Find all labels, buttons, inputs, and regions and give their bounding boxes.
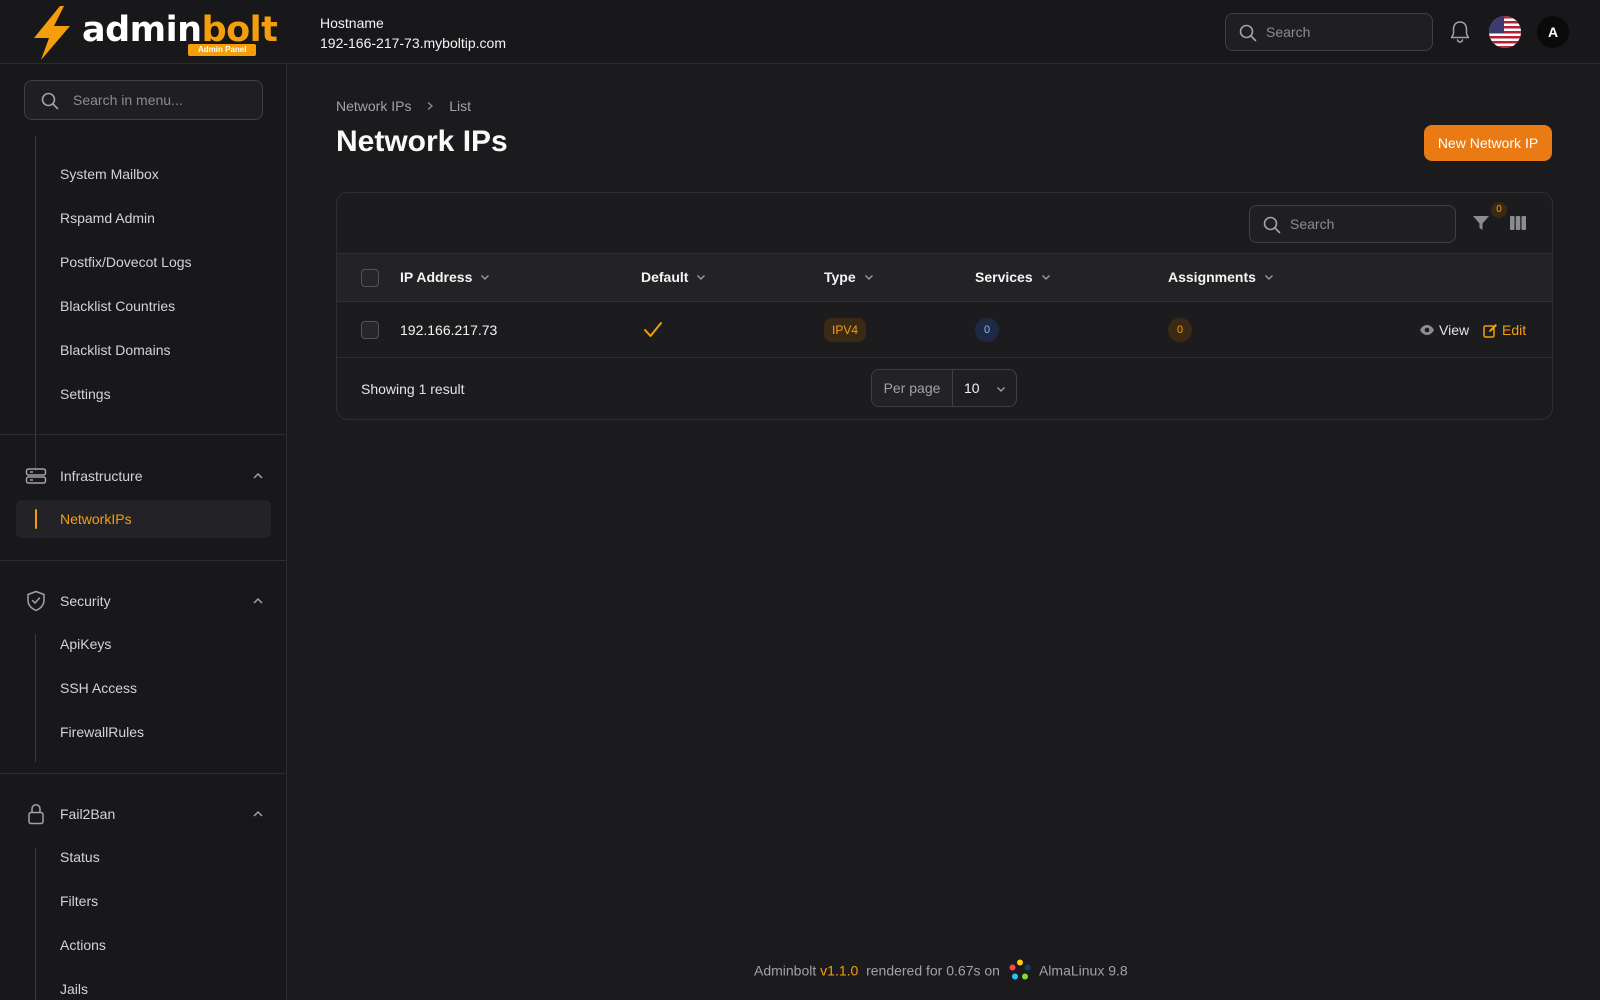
user-avatar[interactable]: A: [1537, 16, 1569, 48]
filter-count-badge: 0: [1491, 202, 1507, 218]
footer-version[interactable]: v1.1.0: [820, 963, 858, 979]
sidebar-item-system-mailbox[interactable]: System Mailbox: [16, 155, 271, 193]
lock-icon: [28, 804, 44, 825]
breadcrumb-current: List: [449, 98, 472, 114]
results-count: Showing 1 result: [361, 381, 465, 397]
sidebar-item-filters[interactable]: Filters: [16, 882, 271, 920]
edit-action[interactable]: Edit: [1483, 302, 1526, 358]
sidebar-group-label: Fail2Ban: [60, 806, 116, 822]
sidebar-group-infrastructure[interactable]: Infrastructure: [24, 460, 264, 492]
page-title: Network IPs: [336, 125, 508, 158]
sidebar-item-settings[interactable]: Settings: [16, 375, 271, 413]
chevron-up-icon: [253, 597, 263, 604]
column-header-ip-address[interactable]: IP Address: [400, 254, 490, 302]
sidebar-divider: [0, 773, 286, 774]
columns-icon[interactable]: [1508, 213, 1528, 233]
breadcrumb: Network IPs List: [336, 97, 471, 115]
sidebar-item-status[interactable]: Status: [16, 838, 271, 876]
sidebar-divider: [0, 434, 286, 435]
table-search-input[interactable]: [1290, 206, 1450, 242]
assignments-count-badge: 0: [1168, 318, 1192, 342]
chevron-down-icon: [696, 254, 706, 301]
global-search[interactable]: [1225, 13, 1433, 51]
sidebar-item-firewallrules[interactable]: FirewallRules: [16, 713, 271, 751]
sidebar-group-label: Security: [60, 593, 111, 609]
us-flag-icon[interactable]: [1489, 16, 1521, 48]
view-action[interactable]: View: [1419, 302, 1469, 358]
table-row[interactable]: 192.166.217.73 IPV4 0 0 View Edit: [337, 302, 1552, 358]
menu-search[interactable]: [24, 80, 263, 120]
table-footer: Showing 1 result Per page 10: [337, 358, 1552, 419]
sidebar-item-apikeys[interactable]: ApiKeys: [16, 625, 271, 663]
hostname-value: 192-166-217-73.myboltip.com: [320, 35, 506, 51]
hostname-label: Hostname: [320, 15, 384, 31]
sidebar-group-fail2ban[interactable]: Fail2Ban: [24, 798, 264, 830]
select-all-checkbox[interactable]: [361, 269, 379, 287]
type-badge: IPV4: [824, 318, 867, 342]
chevron-up-icon: [253, 810, 263, 817]
search-icon: [1239, 24, 1257, 42]
sidebar-group-label: Infrastructure: [60, 468, 143, 484]
cell-ip-address: 192.166.217.73: [400, 322, 498, 338]
almalinux-logo-icon: [1009, 959, 1031, 980]
edit-icon: [1483, 323, 1497, 338]
column-header-default[interactable]: Default: [641, 254, 706, 302]
network-ips-table: 0 IP Address Default Type Services Assig…: [336, 192, 1553, 420]
check-icon: [644, 322, 662, 337]
chevron-down-icon: [1264, 254, 1274, 301]
footer-render-time: rendered for 0.67s on: [866, 962, 1000, 979]
column-header-type[interactable]: Type: [824, 254, 874, 302]
row-checkbox[interactable]: [361, 321, 379, 339]
sidebar-item-postfix-dovecot-logs[interactable]: Postfix/Dovecot Logs: [16, 243, 271, 281]
server-icon: [25, 468, 47, 484]
sidebar-item-rspamd-admin[interactable]: Rspamd Admin: [16, 199, 271, 237]
sidebar-item-blacklist-domains[interactable]: Blacklist Domains: [16, 331, 271, 369]
chevron-down-icon: [1041, 254, 1051, 301]
chevron-up-icon: [253, 472, 263, 479]
sidebar-item-jails[interactable]: Jails: [16, 970, 271, 1000]
footer-app-name: Adminbolt: [754, 962, 817, 979]
chevron-right-icon: [425, 97, 435, 115]
sidebar-item-blacklist-countries[interactable]: Blacklist Countries: [16, 287, 271, 325]
per-page-label: Per page: [872, 370, 953, 406]
page-footer: Adminbolt v1.1.0 rendered for 0.67s on A…: [754, 959, 1128, 984]
footer-os: AlmaLinux 9.8: [1038, 962, 1128, 979]
bolt-logo-icon: [34, 6, 70, 60]
new-network-ip-button[interactable]: New Network IP: [1424, 125, 1552, 161]
table-search[interactable]: [1249, 205, 1456, 243]
column-header-assignments[interactable]: Assignments: [1168, 254, 1274, 302]
eye-icon: [1420, 325, 1434, 336]
filter-icon[interactable]: [1471, 213, 1491, 233]
shield-check-icon: [27, 590, 45, 612]
per-page-value: 10: [964, 380, 980, 396]
chevron-down-icon: [997, 387, 1005, 392]
breadcrumb-link[interactable]: Network IPs: [336, 98, 411, 114]
adminbolt-logo[interactable]: adminbolt Admin Panel: [30, 6, 278, 60]
sidebar-item-ssh-access[interactable]: SSH Access: [16, 669, 271, 707]
chevron-down-icon: [864, 254, 874, 301]
column-header-services[interactable]: Services: [975, 254, 1051, 302]
menu-search-input[interactable]: [73, 81, 253, 119]
sidebar: System Mailbox Rspamd Admin Postfix/Dove…: [0, 64, 287, 1000]
sidebar-item-actions[interactable]: Actions: [16, 926, 271, 964]
search-icon: [41, 92, 59, 110]
sidebar-item-networkips[interactable]: NetworkIPs: [16, 500, 271, 538]
search-icon: [1263, 216, 1281, 234]
per-page-select[interactable]: Per page 10: [871, 369, 1017, 407]
global-search-input[interactable]: [1266, 14, 1426, 50]
logo-badge: Admin Panel: [188, 44, 257, 56]
top-bar: adminbolt Admin Panel Hostname 192-166-2…: [0, 0, 1600, 64]
sidebar-divider: [0, 560, 286, 561]
sidebar-group-security[interactable]: Security: [24, 585, 264, 617]
table-header: IP Address Default Type Services Assignm…: [337, 253, 1552, 302]
chevron-down-icon: [480, 254, 490, 301]
hostname-block: Hostname 192-166-217-73.myboltip.com: [320, 13, 506, 53]
bell-icon[interactable]: [1449, 20, 1471, 44]
services-count-badge: 0: [975, 318, 999, 342]
